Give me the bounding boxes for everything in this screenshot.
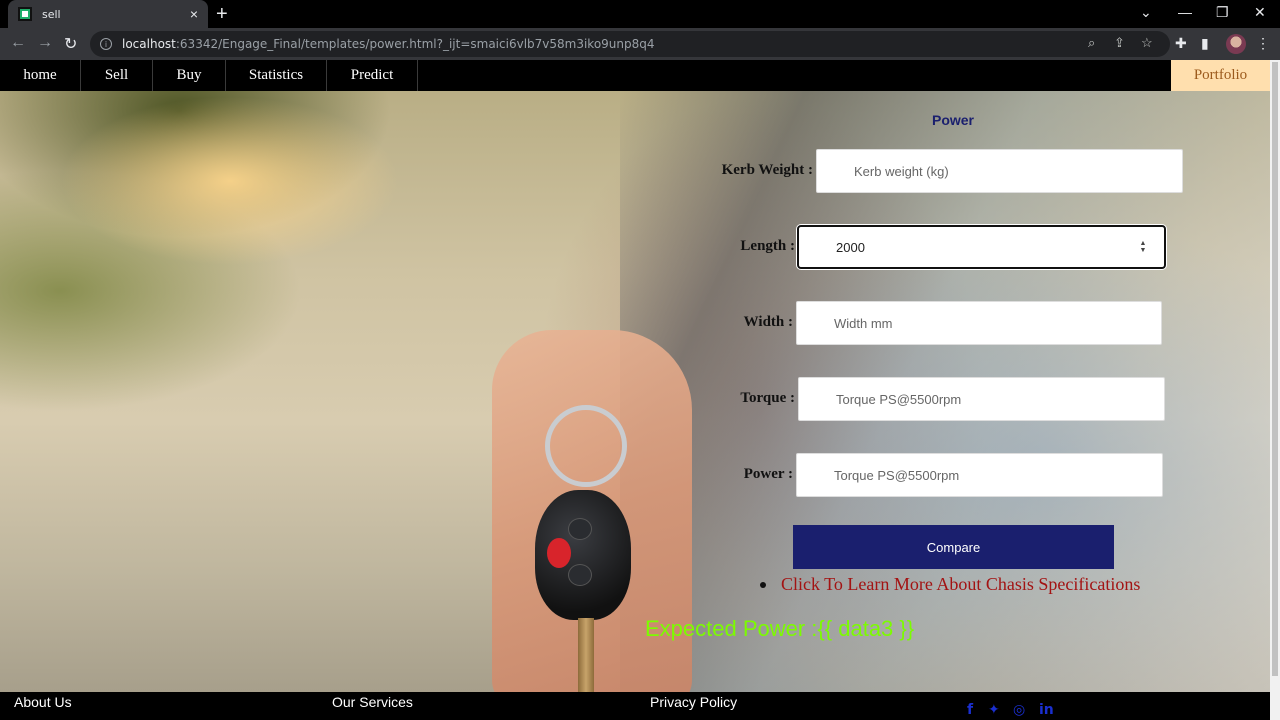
- nav-statistics[interactable]: Statistics: [226, 60, 327, 91]
- key-unlock-button-image: [568, 564, 592, 586]
- reload-icon[interactable]: ↻: [64, 34, 77, 54]
- extensions-icon[interactable]: ✚: [1175, 35, 1187, 52]
- twitter-icon[interactable]: ✦: [988, 702, 1000, 718]
- new-tab-icon[interactable]: +: [216, 4, 228, 24]
- footer-our-services[interactable]: Our Services: [332, 694, 413, 710]
- length-stepper-icon[interactable]: ▲ ▼: [1137, 240, 1149, 254]
- nav-predict[interactable]: Predict: [327, 60, 418, 91]
- width-label: Width :: [743, 314, 793, 330]
- url-text[interactable]: localhost:63342/Engage_Final/templates/p…: [122, 37, 655, 51]
- nav-buy[interactable]: Buy: [153, 60, 226, 91]
- instagram-icon[interactable]: ◎: [1013, 702, 1025, 718]
- torque-input[interactable]: [798, 377, 1165, 421]
- nav-home[interactable]: home: [0, 60, 81, 91]
- profile-avatar[interactable]: [1226, 34, 1246, 54]
- back-icon[interactable]: ←: [10, 34, 26, 52]
- footer-privacy-policy[interactable]: Privacy Policy: [650, 694, 737, 710]
- bullet-icon: [760, 581, 766, 588]
- zoom-icon[interactable]: ⌕: [1088, 35, 1095, 51]
- torque-label: Torque :: [740, 390, 795, 406]
- browser-tab[interactable]: sell ×: [8, 0, 208, 28]
- linkedin-icon[interactable]: in: [1039, 702, 1054, 718]
- top-navbar: home Sell Buy Statistics Predict Portfol…: [0, 60, 1270, 91]
- compare-button[interactable]: Compare: [793, 525, 1114, 569]
- chassis-spec-link-item[interactable]: Click To Learn More About Chasis Specifi…: [760, 574, 1140, 595]
- window-close-icon[interactable]: ✕: [1254, 4, 1266, 21]
- browser-toolbar: ← → ↻ i localhost:63342/Engage_Final/tem…: [0, 28, 1280, 60]
- menu-icon[interactable]: ⋮: [1256, 35, 1270, 52]
- expected-power-result: Expected Power :{{ data3 }}: [645, 616, 915, 641]
- pycharm-favicon-icon: [18, 7, 32, 21]
- forward-icon[interactable]: →: [37, 34, 53, 52]
- power-input[interactable]: [796, 453, 1163, 497]
- minimize-icon[interactable]: —: [1178, 4, 1192, 20]
- info-icon[interactable]: i: [100, 38, 112, 50]
- browser-tab-strip: sell × + ⌄ — ❐ ✕: [0, 0, 1280, 28]
- form-title: Power: [931, 112, 974, 128]
- key-lock-button-image: [568, 518, 592, 540]
- nav-portfolio[interactable]: Portfolio: [1171, 60, 1270, 91]
- length-label: Length :: [740, 238, 795, 254]
- facebook-icon[interactable]: f: [967, 702, 973, 718]
- power-label: Power :: [743, 466, 793, 482]
- bookmark-star-icon[interactable]: ☆: [1141, 35, 1153, 51]
- length-input[interactable]: [797, 225, 1166, 269]
- keyring-image: [545, 405, 627, 487]
- page-viewport: home Sell Buy Statistics Predict Portfol…: [0, 60, 1270, 720]
- kerb-weight-label: Kerb Weight :: [721, 162, 813, 178]
- tab-title: sell: [42, 7, 61, 21]
- footer-about-us[interactable]: About Us: [14, 694, 72, 710]
- page-scrollbar[interactable]: [1270, 60, 1280, 720]
- tab-close-icon[interactable]: ×: [190, 7, 198, 21]
- sidebar-icon[interactable]: ▮: [1201, 35, 1209, 52]
- car-key-fob-image: [535, 490, 631, 620]
- scrollbar-thumb[interactable]: [1272, 62, 1278, 676]
- footer: About Us Our Services Privacy Policy f ✦…: [0, 692, 1270, 720]
- key-panic-button-image: [547, 538, 571, 568]
- chassis-spec-link[interactable]: Click To Learn More About Chasis Specifi…: [781, 574, 1140, 595]
- nav-sell[interactable]: Sell: [81, 60, 153, 91]
- width-input[interactable]: [796, 301, 1162, 345]
- address-bar[interactable]: i localhost:63342/Engage_Final/templates…: [90, 31, 1170, 57]
- kerb-weight-input[interactable]: [816, 149, 1183, 193]
- tab-search-icon[interactable]: ⌄: [1140, 4, 1152, 21]
- share-icon[interactable]: ⇪: [1114, 35, 1125, 51]
- restore-icon[interactable]: ❐: [1216, 4, 1229, 21]
